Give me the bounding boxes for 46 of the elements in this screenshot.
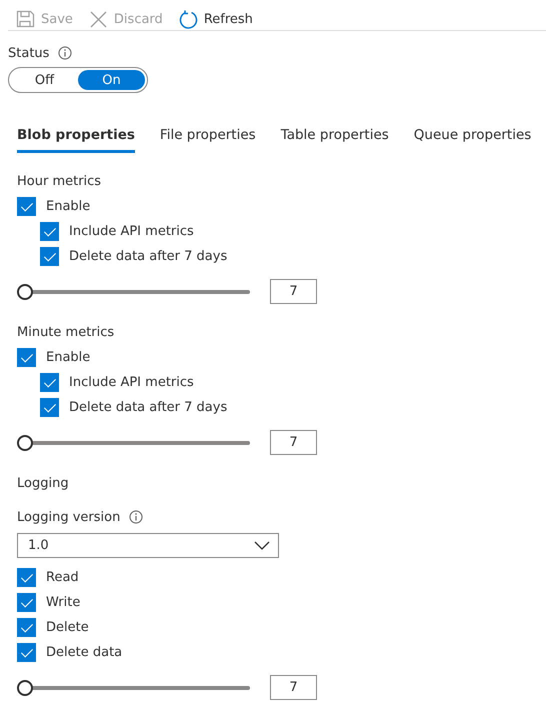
toggle-option[interactable]: On [78,70,145,90]
number-field[interactable]: 7 [270,675,317,700]
toggle-option[interactable]: Off [11,70,78,90]
checkbox-label: Delete [46,620,89,635]
slider-thumb[interactable] [17,434,33,450]
section-title: Logging [17,475,70,493]
checkbox[interactable] [17,197,36,216]
toolbar-button[interactable]: Refresh [178,10,253,28]
tab[interactable]: Table properties [280,127,389,153]
checkbox-label: Delete data [46,645,122,660]
checkbox-label: Enable [46,199,90,214]
save-icon [16,10,35,28]
checkbox-label: Write [46,595,80,610]
checkbox[interactable] [17,568,36,587]
info-icon [58,46,72,60]
slider-thumb[interactable] [17,284,33,300]
checkbox-label: Include API metrics [69,375,194,390]
close-icon [88,10,108,28]
checkbox-label: Include API metrics [69,224,194,239]
checkbox[interactable] [40,222,59,241]
tab[interactable]: Queue properties [414,127,532,153]
chevron-down-icon [254,541,270,550]
refresh-icon [178,10,198,28]
number-field[interactable]: 7 [270,279,317,304]
checkbox[interactable] [17,643,36,662]
section-title: Minute metrics [17,324,116,342]
checkbox[interactable] [17,348,36,367]
checkbox[interactable] [40,373,59,392]
version-dropdown[interactable]: 1.0 [17,533,279,558]
checkbox[interactable] [40,398,59,417]
checkbox-label: Read [46,570,79,585]
status-label: Status [8,46,50,60]
checkbox-label: Enable [46,350,90,365]
slider-thumb[interactable] [17,680,33,696]
status-toggle[interactable]: Off On [8,67,148,93]
tab[interactable]: File properties [160,127,256,153]
checkbox[interactable] [40,247,59,266]
checkbox-label: Delete data after 7 days [69,400,228,415]
checkbox-label: Delete data after 7 days [69,249,228,264]
checkbox[interactable] [17,618,36,637]
checkbox[interactable] [17,593,36,612]
number-field[interactable]: 7 [270,430,317,455]
info-icon [129,510,144,524]
tab[interactable]: Blob properties [17,127,135,153]
field-label: Logging version [17,510,120,524]
section-title: Hour metrics [17,173,102,191]
